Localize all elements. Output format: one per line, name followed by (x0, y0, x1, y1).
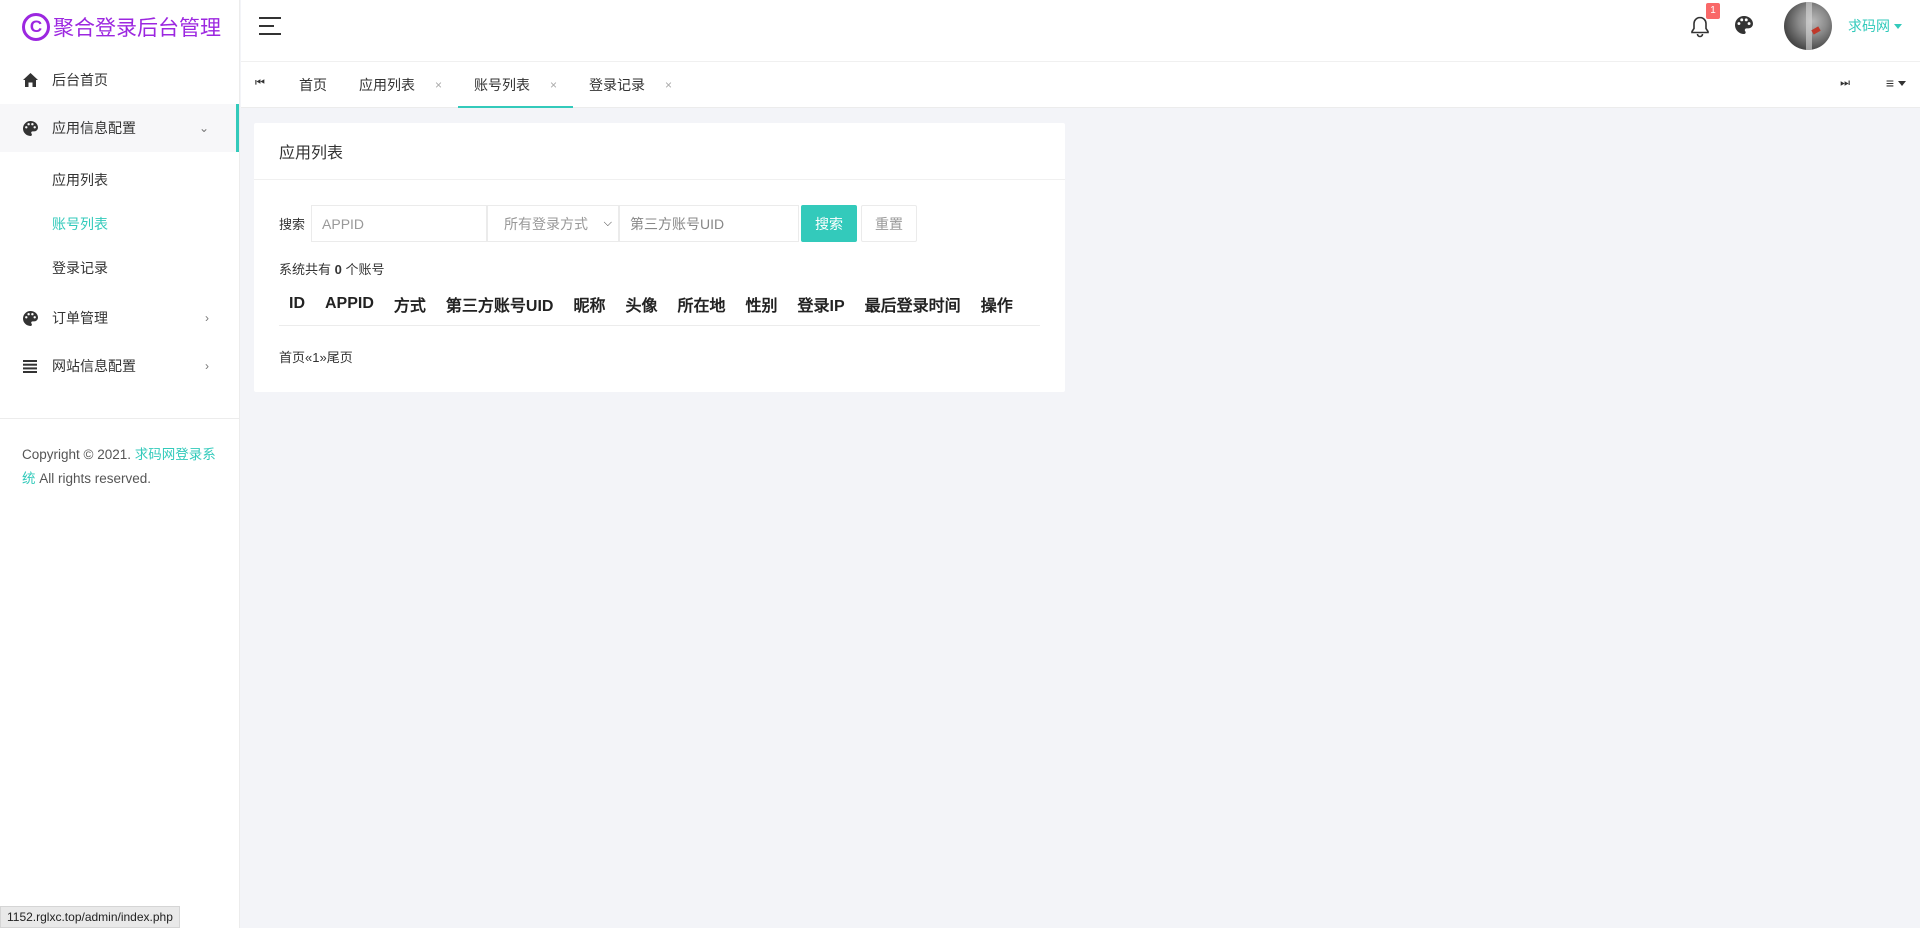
sidebar-item-site-config[interactable]: 网站信息配置 › (0, 342, 239, 390)
tab-scroll-first-icon[interactable]: ⏮ (255, 77, 265, 90)
list-icon: ≡ (1885, 75, 1894, 91)
sidebar-item-label: 订单管理 (52, 310, 108, 326)
user-menu[interactable]: 求码网 (1848, 16, 1902, 36)
tab-app-list[interactable]: 应用列表 × (343, 62, 458, 108)
notification-badge: 1 (1706, 3, 1720, 19)
tab-label: 首页 (299, 77, 327, 93)
tab-login-records[interactable]: 登录记录 × (573, 62, 688, 108)
chevron-down-icon: ⌄ (198, 121, 209, 135)
search-button[interactable]: 搜索 (801, 205, 858, 242)
appid-input[interactable]: APPID (311, 205, 488, 242)
search-form: 搜索 APPID 所有登录方式 ⌵ 第三方账号UID 搜索 重置 (279, 205, 918, 242)
username: 求码网 (1848, 18, 1890, 34)
topbar: 1 求码网 (241, 0, 1920, 62)
account-summary: 系统共有 0 个账号 (279, 259, 384, 278)
summary-count: 0 (334, 262, 342, 277)
tab-home[interactable]: 首页 (283, 62, 343, 108)
logo[interactable]: C 聚合登录后台管理 (0, 0, 239, 54)
chevron-right-icon: › (205, 359, 209, 373)
copyright-prefix: Copyright © 2021. (22, 447, 135, 462)
column-header: 登录IP (797, 298, 845, 315)
uid-input[interactable]: 第三方账号UID (619, 205, 800, 242)
login-method-select[interactable]: 所有登录方式 ⌵ (487, 205, 620, 242)
close-icon[interactable]: × (435, 78, 442, 92)
sidebar-item-label: 网站信息配置 (52, 358, 136, 374)
sidebar-nav: 后台首页 应用信息配置 ⌄ 应用列表 账号列表 登录记录 订单管理 › 网站信息… (0, 56, 239, 390)
column-header: 第三方账号UID (445, 298, 554, 315)
column-header: 方式 (393, 298, 426, 315)
menu-toggle-icon[interactable] (259, 17, 281, 35)
palette-icon (22, 120, 38, 136)
sidebar-subitem-login-records[interactable]: 登录记录 (0, 246, 239, 290)
tabs-bar: ⏮ 首页 应用列表 × 账号列表 × 登录记录 × ⏭ ≡ (241, 62, 1920, 108)
column-header: APPID (325, 295, 374, 312)
caret-down-icon (1898, 80, 1906, 86)
tab-scroll-last-icon[interactable]: ⏭ (1840, 77, 1850, 90)
table-header: ID APPID 方式 第三方账号UID 昵称 头像 所在地 性别 登录IP 最… (279, 283, 1040, 325)
chevron-right-icon: › (205, 311, 209, 325)
tab-label: 应用列表 (359, 77, 415, 93)
tabs: 首页 应用列表 × 账号列表 × 登录记录 × (283, 62, 688, 108)
column-header: 所在地 (677, 298, 726, 315)
search-label: 搜索 (279, 217, 306, 232)
logo-icon: C (22, 13, 50, 41)
list-icon (22, 358, 38, 374)
sidebar-item-orders[interactable]: 订单管理 › (0, 294, 239, 342)
close-icon[interactable]: × (550, 78, 557, 92)
sidebar-subitem-account-list[interactable]: 账号列表 (0, 202, 239, 246)
card-title: 应用列表 (254, 123, 1065, 180)
sidebar-item-app-config[interactable]: 应用信息配置 ⌄ (0, 104, 239, 152)
column-header: 昵称 (573, 298, 606, 315)
theme-palette-icon[interactable] (1735, 16, 1755, 36)
column-header: 最后登录时间 (864, 298, 961, 315)
reset-button[interactable]: 重置 (861, 205, 918, 242)
tab-account-list[interactable]: 账号列表 × (458, 62, 574, 108)
avatar[interactable] (1784, 2, 1832, 50)
bell-icon[interactable] (1690, 16, 1710, 38)
chevron-down-icon: ⌵ (603, 217, 613, 229)
sidebar-subitem-app-list[interactable]: 应用列表 (0, 158, 239, 202)
copyright: Copyright © 2021. 求码网登录系统 All rights res… (0, 419, 239, 515)
home-icon (22, 72, 38, 88)
copyright-suffix: All rights reserved. (35, 471, 152, 486)
summary-suffix: 个账号 (341, 262, 385, 277)
pagination[interactable]: 首页«1»尾页 (279, 347, 353, 366)
column-header: 操作 (980, 298, 1013, 315)
browser-status-url: 1152.rglxc.top/admin/index.php (0, 906, 180, 928)
caret-down-icon (1894, 23, 1902, 29)
tab-label: 登录记录 (589, 77, 646, 93)
tab-label: 账号列表 (474, 77, 531, 93)
login-method-value: 所有登录方式 (504, 215, 589, 232)
sidebar: C 聚合登录后台管理 后台首页 应用信息配置 ⌄ 应用列表 账号列表 登录记录 (0, 0, 240, 928)
sidebar-submenu: 应用列表 账号列表 登录记录 (0, 152, 239, 294)
palette-icon (22, 310, 38, 326)
summary-prefix: 系统共有 (279, 262, 335, 277)
column-header: 性别 (745, 298, 778, 315)
column-header: ID (289, 295, 305, 312)
sidebar-item-home[interactable]: 后台首页 (0, 56, 239, 104)
tab-menu-button[interactable]: ≡ (1886, 75, 1906, 91)
close-icon[interactable]: × (665, 78, 672, 92)
accounts-table: ID APPID 方式 第三方账号UID 昵称 头像 所在地 性别 登录IP 最… (279, 283, 1040, 326)
sidebar-item-label: 后台首页 (52, 72, 108, 88)
app-title: 聚合登录后台管理 (53, 17, 221, 40)
sidebar-item-label: 应用信息配置 (52, 120, 136, 136)
column-header: 头像 (625, 298, 658, 315)
content-card: 应用列表 搜索 APPID 所有登录方式 ⌵ 第三方账号UID 搜索 重置 系统… (254, 123, 1065, 392)
